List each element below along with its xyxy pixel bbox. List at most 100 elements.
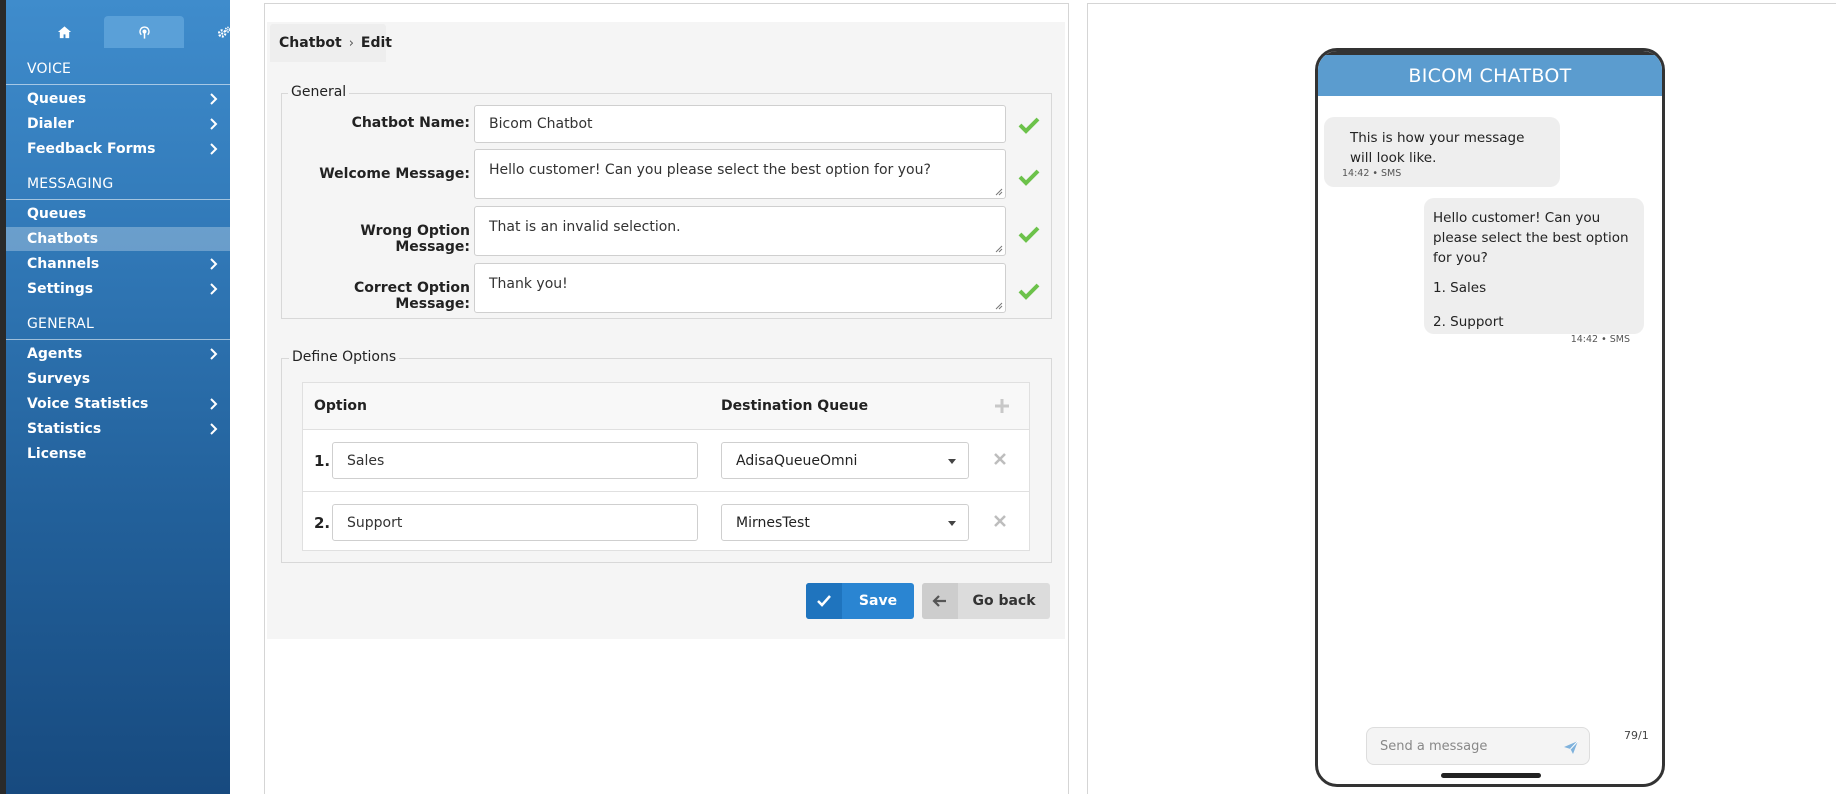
wrong-option-value: That is an invalid selection. bbox=[489, 219, 681, 235]
destination-queue-value: AdisaQueueOmni bbox=[736, 452, 858, 469]
table-row: 1. Sales AdisaQueueOmni bbox=[303, 430, 1029, 490]
sidebar-item-label: Settings bbox=[27, 281, 94, 297]
remove-option-icon[interactable] bbox=[993, 452, 1007, 466]
message-input-placeholder: Send a message bbox=[1380, 738, 1488, 754]
option-number: 2. bbox=[314, 514, 331, 532]
option-input[interactable]: Sales bbox=[332, 442, 698, 479]
sidebar-item-label: Statistics bbox=[27, 421, 102, 437]
chevron-right-icon bbox=[210, 283, 218, 295]
sidebar-item-agents[interactable]: Agents bbox=[6, 342, 230, 366]
breadcrumb: Chatbot › Edit bbox=[270, 24, 392, 62]
outgoing-message-bubble: Hello customer! Can you please select th… bbox=[1424, 198, 1644, 345]
outgoing-message-meta: 14:42 • SMS bbox=[1570, 334, 1630, 345]
sidebar-item-surveys[interactable]: Surveys bbox=[6, 367, 230, 391]
section-title-general: GENERAL bbox=[27, 316, 94, 332]
check-icon bbox=[1018, 283, 1040, 300]
welcome-message-textarea[interactable]: Hello customer! Can you please select th… bbox=[474, 149, 1006, 199]
options-legend: Define Options bbox=[289, 349, 400, 365]
resize-handle-icon[interactable] bbox=[995, 188, 1003, 196]
phone-home-indicator bbox=[1441, 773, 1541, 778]
correct-option-label: Correct Option Message: bbox=[353, 280, 470, 312]
options-table-header: Option Destination Queue bbox=[303, 383, 1029, 430]
send-icon[interactable] bbox=[1563, 739, 1579, 755]
check-icon bbox=[1018, 169, 1040, 186]
breadcrumb-current: Edit bbox=[360, 35, 392, 51]
sidebar-item-voice-statistics[interactable]: Voice Statistics bbox=[6, 392, 230, 416]
sidebar-item-voice-queues[interactable]: Queues bbox=[6, 87, 230, 111]
section-divider bbox=[6, 199, 230, 200]
sidebar-item-label: Chatbots bbox=[27, 231, 99, 247]
chevron-right-icon bbox=[210, 93, 218, 105]
destination-queue-value: MirnesTest bbox=[736, 514, 810, 531]
broadcast-icon bbox=[138, 25, 150, 39]
check-icon bbox=[1018, 226, 1040, 243]
arrow-left-icon bbox=[922, 583, 958, 619]
caret-down-icon bbox=[948, 459, 956, 464]
outgoing-message-text: Hello customer! Can you please select th… bbox=[1433, 210, 1629, 266]
add-option-icon[interactable] bbox=[993, 397, 1011, 415]
sidebar-item-messaging-queues[interactable]: Queues bbox=[6, 202, 230, 226]
column-header-destination-queue: Destination Queue bbox=[721, 398, 869, 414]
sidebar-item-label: Feedback Forms bbox=[27, 141, 156, 157]
sidebar-item-channels[interactable]: Channels bbox=[6, 252, 230, 276]
welcome-message-value: Hello customer! Can you please select th… bbox=[489, 162, 931, 178]
resize-handle-icon[interactable] bbox=[995, 245, 1003, 253]
message-input[interactable]: Send a message bbox=[1366, 727, 1590, 765]
sidebar-tabs bbox=[24, 16, 264, 48]
section-title-voice: VOICE bbox=[27, 61, 72, 77]
sidebar-item-label: Queues bbox=[27, 91, 87, 107]
gears-icon bbox=[217, 26, 231, 38]
option-number: 1. bbox=[314, 452, 331, 470]
column-header-option: Option bbox=[314, 398, 367, 414]
sidebar-tab-omnichannel[interactable] bbox=[104, 16, 184, 48]
sidebar-item-settings[interactable]: Settings bbox=[6, 277, 230, 301]
breadcrumb-parent[interactable]: Chatbot bbox=[279, 35, 342, 51]
outgoing-option-2: 2. Support bbox=[1433, 314, 1504, 330]
sidebar-item-dialer[interactable]: Dialer bbox=[6, 112, 230, 136]
sidebar-item-statistics[interactable]: Statistics bbox=[6, 417, 230, 441]
sidebar-item-chatbots[interactable]: Chatbots bbox=[6, 227, 230, 251]
general-legend: General bbox=[288, 84, 350, 100]
chat-header: BICOM CHATBOT bbox=[1318, 55, 1662, 96]
chatbot-name-label: Chatbot Name: bbox=[351, 115, 470, 131]
incoming-message-bubble: This is how your message will look like.… bbox=[1324, 117, 1560, 187]
wrong-option-textarea[interactable]: That is an invalid selection. bbox=[474, 206, 1006, 256]
sidebar-item-license[interactable]: License bbox=[6, 442, 230, 466]
table-row: 2. Support MirnesTest bbox=[303, 491, 1029, 551]
sidebar-item-label: Queues bbox=[27, 206, 87, 222]
check-icon bbox=[806, 583, 842, 619]
remove-option-icon[interactable] bbox=[993, 514, 1007, 528]
section-title-messaging: MESSAGING bbox=[27, 176, 114, 192]
welcome-message-label: Welcome Message: bbox=[319, 166, 470, 182]
sidebar-item-feedback-forms[interactable]: Feedback Forms bbox=[6, 137, 230, 161]
sidebar-item-label: Channels bbox=[27, 256, 100, 272]
save-button[interactable]: Save bbox=[806, 583, 914, 619]
go-back-button[interactable]: Go back bbox=[922, 583, 1050, 619]
chevron-right-icon bbox=[210, 258, 218, 270]
save-button-label: Save bbox=[858, 593, 898, 609]
home-icon bbox=[57, 25, 71, 38]
incoming-message-text: This is how your message will look like. bbox=[1350, 130, 1525, 166]
caret-down-icon bbox=[948, 521, 956, 526]
destination-queue-select[interactable]: MirnesTest bbox=[721, 504, 969, 541]
chatbot-name-input[interactable]: Bicom Chatbot bbox=[474, 105, 1006, 143]
chevron-right-icon bbox=[210, 423, 218, 435]
sidebar-tab-home[interactable] bbox=[24, 16, 104, 48]
chevron-right-icon bbox=[210, 143, 218, 155]
sidebar-item-label: Agents bbox=[27, 346, 83, 362]
chevron-right-icon bbox=[210, 118, 218, 130]
chevron-right-icon bbox=[210, 398, 218, 410]
correct-option-value: Thank you! bbox=[489, 276, 568, 292]
sidebar-item-label: License bbox=[27, 446, 87, 462]
destination-queue-select[interactable]: AdisaQueueOmni bbox=[721, 442, 969, 479]
sidebar-tab-settings[interactable] bbox=[184, 16, 264, 48]
go-back-button-label: Go back bbox=[972, 593, 1036, 609]
correct-option-textarea[interactable]: Thank you! bbox=[474, 263, 1006, 313]
sidebar-item-label: Surveys bbox=[27, 371, 91, 387]
character-counter: 79/1 bbox=[1624, 729, 1649, 742]
incoming-message-meta: 14:42 • SMS bbox=[1342, 168, 1402, 179]
option-input[interactable]: Support bbox=[332, 504, 698, 541]
section-divider bbox=[6, 339, 230, 340]
phone-preview: BICOM CHATBOT This is how your message w… bbox=[1315, 48, 1665, 787]
resize-handle-icon[interactable] bbox=[995, 302, 1003, 310]
